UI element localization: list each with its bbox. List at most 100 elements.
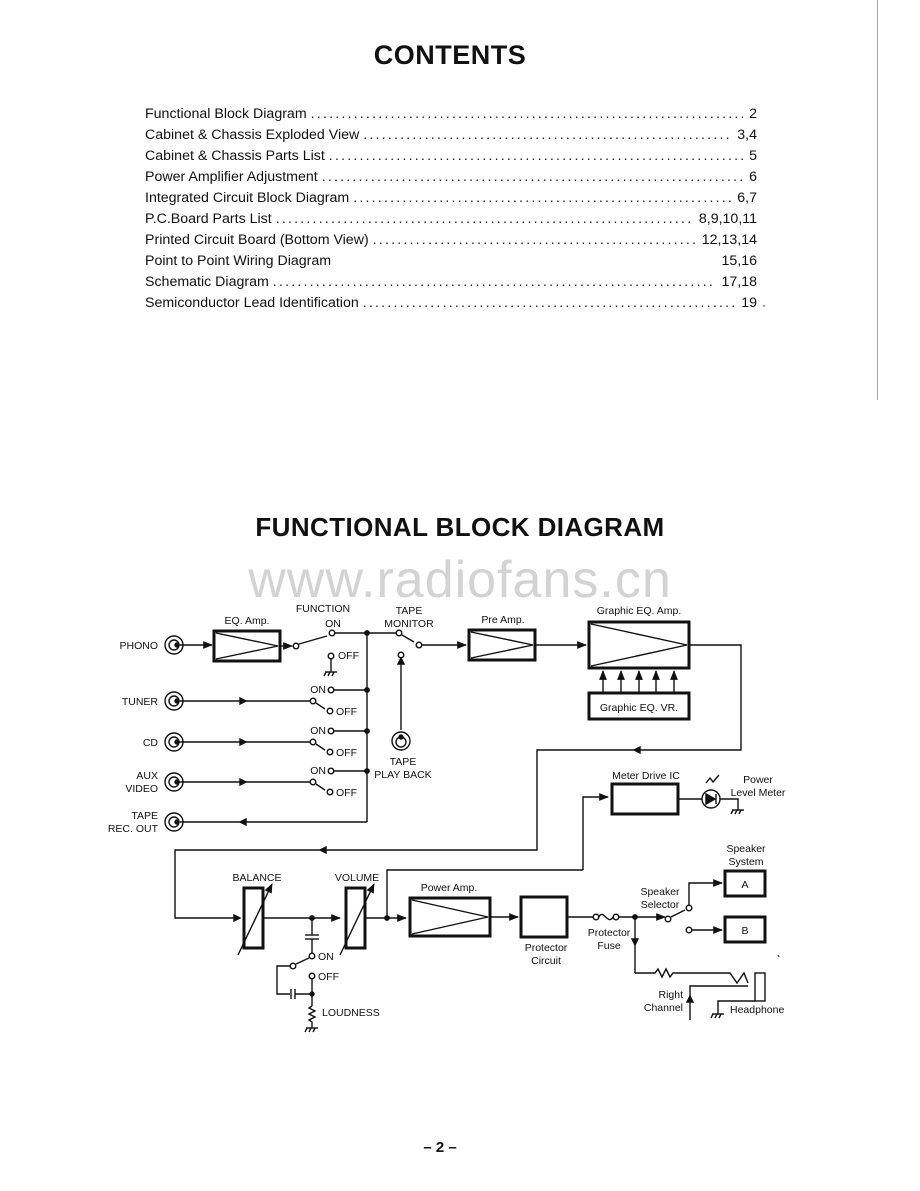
toc-entry-label: P.C.Board Parts List <box>145 211 272 227</box>
eq-amp-label: EQ. Amp. <box>225 615 270 627</box>
balance-label: BALANCE <box>232 872 281 884</box>
speaker-b-label: B <box>741 925 748 937</box>
level-meter-label: Level Meter <box>731 787 786 799</box>
toc-entry-label: Semiconductor Lead Identification <box>145 295 359 311</box>
toc-entry[interactable]: Cabinet & Chassis Parts List ...........… <box>145 146 757 167</box>
graphic-eq-amp-label: Graphic EQ. Amp. <box>597 605 682 617</box>
signal-line <box>386 869 583 918</box>
toc-entry[interactable]: Schematic Diagram ......................… <box>145 272 757 293</box>
cd-label: CD <box>143 737 159 749</box>
toc-entry[interactable]: Semiconductor Lead Identification ......… <box>145 293 757 314</box>
graphic-eq-vr-arrows <box>599 670 678 693</box>
loudness-off-label: OFF <box>318 971 339 983</box>
toc-entry-label: Printed Circuit Board (Bottom View) <box>145 232 369 248</box>
volume-potentiometer-icon <box>339 883 375 956</box>
headphone-resistor-line <box>635 967 749 985</box>
toc-entry-page: 8,9,10,11 <box>698 211 757 227</box>
toc-leader-dots: ........................................… <box>372 232 696 248</box>
tape-rec-label: TAPE <box>131 810 158 822</box>
signal-line <box>582 793 609 870</box>
tuner-label: TUNER <box>122 696 159 708</box>
toc-leader-dots: ........................................… <box>310 106 743 122</box>
speaker-a-label: A <box>741 879 748 891</box>
function-switch-icon <box>292 629 337 677</box>
speaker-system-label: Speaker <box>726 843 766 855</box>
system-label: System <box>728 856 763 868</box>
monitor-label: MONITOR <box>384 618 434 630</box>
tuner-on-label: ON <box>310 684 326 696</box>
toc-leader-dots: ........................................… <box>353 190 732 206</box>
toc-leader-dots: ........................................… <box>362 295 735 311</box>
protector-circuit-label: Protector <box>525 942 568 954</box>
toc-entry[interactable]: Printed Circuit Board (Bottom View) ....… <box>145 230 757 251</box>
toc-entry-label: Power Amplifier Adjustment <box>145 169 318 185</box>
toc-leader-dots: ........................................… <box>275 211 693 227</box>
toc-entry-page: 6,7 <box>737 190 757 206</box>
contents-title: CONTENTS <box>373 40 527 70</box>
led-icon <box>701 774 721 809</box>
table-of-contents: Functional Block Diagram ...............… <box>145 104 757 314</box>
loudness-label: LOUDNESS <box>322 1007 380 1019</box>
toc-entry[interactable]: Power Amplifier Adjustment .............… <box>145 167 757 188</box>
protector-circuit-block <box>519 895 569 939</box>
toc-entry[interactable]: Cabinet & Chassis Exploded View ........… <box>145 125 757 146</box>
cd-on-label: ON <box>310 725 326 737</box>
tape-monitor-label: TAPE <box>396 605 423 617</box>
toc-entry-page: 15,16 <box>721 253 757 269</box>
toc-leader-dots: ........................................… <box>321 169 743 185</box>
function-label: FUNCTION <box>296 603 350 615</box>
toc-entry-label: Schematic Diagram <box>145 274 269 290</box>
ground-icon <box>730 809 744 815</box>
toc-entry-page: 19 <box>741 295 757 311</box>
toc-entry-label: Integrated Circuit Block Diagram <box>145 190 350 206</box>
block-diagram-title: FUNCTIONAL BLOCK DIAGRAM <box>255 512 665 542</box>
loudness-on-label: ON <box>318 951 334 963</box>
selector-label: Selector <box>641 899 680 911</box>
toc-leader-dots: ........................................… <box>328 148 744 164</box>
toc-entry[interactable]: Point to Point Wiring Diagram ..........… <box>145 251 757 272</box>
meter-drive-ic-block <box>610 782 680 816</box>
tuner-off-label: OFF <box>336 706 357 718</box>
toc-entry-label: Functional Block Diagram <box>145 106 307 122</box>
toc-entry-page: 6 <box>749 169 757 185</box>
toc-leader-dots: ........................................… <box>272 274 716 290</box>
aux-on-label: ON <box>310 765 326 777</box>
headphone-label: Headphone <box>730 1004 784 1016</box>
channel-label: Channel <box>644 1002 683 1014</box>
right-label: Right <box>658 989 683 1001</box>
aux-off-label: OFF <box>336 787 357 799</box>
toc-entry-page: 12,13,14 <box>701 232 757 248</box>
eq-amp-block <box>212 629 282 663</box>
play-back-label: PLAY BACK <box>374 769 431 781</box>
toc-entry[interactable]: P.C.Board Parts List ...................… <box>145 209 757 230</box>
toc-entry-page: 17,18 <box>721 274 757 290</box>
tape-playback-label: TAPE <box>390 756 417 768</box>
phono-label: PHONO <box>119 640 158 652</box>
signal-line <box>720 798 739 810</box>
power-amp-block <box>408 896 492 938</box>
cd-off-label: OFF <box>336 747 357 759</box>
meter-drive-ic-label: Meter Drive IC <box>612 770 680 782</box>
toc-entry[interactable]: Integrated Circuit Block Diagram .......… <box>145 188 757 209</box>
power-label: Power <box>743 774 773 786</box>
aux-label: AUX <box>136 770 158 782</box>
pre-amp-label: Pre Amp. <box>481 614 524 626</box>
page-number: – 2 – <box>423 1139 457 1156</box>
toc-leader-dots: ........................................… <box>363 127 732 143</box>
graphic-eq-amp-block <box>587 620 691 670</box>
toc-entry[interactable]: Functional Block Diagram ...............… <box>145 104 757 125</box>
stray-mark: · <box>762 298 766 312</box>
toc-entry-label: Cabinet & Chassis Parts List <box>145 148 325 164</box>
circuit-label: Circuit <box>531 955 561 967</box>
speaker-selector-label: Speaker <box>640 886 680 898</box>
protector-fuse-label: Protector <box>588 927 631 939</box>
toc-entry-label: Point to Point Wiring Diagram <box>145 253 332 269</box>
rec-out-label: REC. OUT <box>108 823 159 835</box>
toc-entry-label: Cabinet & Chassis Exploded View <box>145 127 360 143</box>
signal-line <box>688 879 723 905</box>
loudness-circuit <box>276 918 319 1033</box>
tape-monitor-switch-icon <box>395 629 423 659</box>
video-label: VIDEO <box>125 783 158 795</box>
volume-label: VOLUME <box>335 872 379 884</box>
pre-amp-block <box>467 628 537 662</box>
